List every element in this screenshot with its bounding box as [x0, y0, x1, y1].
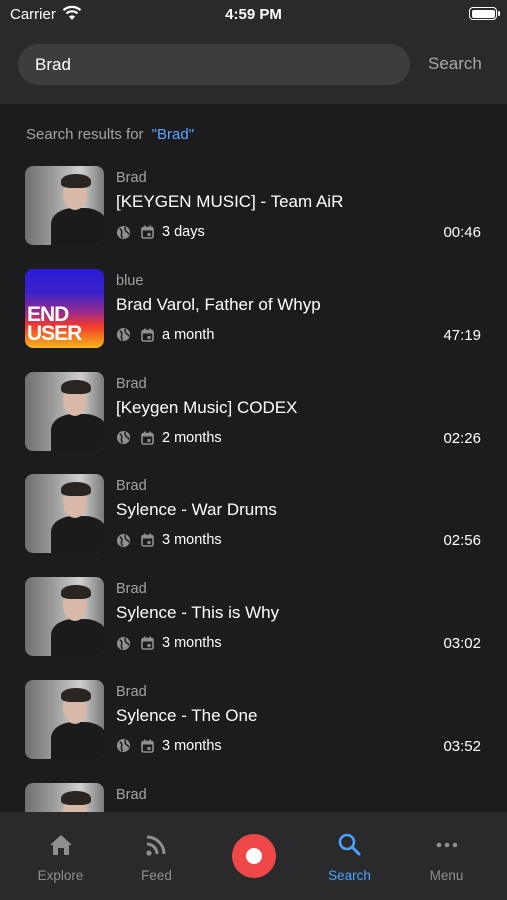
tab-bar: Explore Feed Search Menu [0, 812, 507, 900]
globe-icon [116, 739, 131, 753]
result-title[interactable]: [Keygen Music] CODEX [116, 398, 297, 418]
result-age: a month [162, 326, 215, 343]
globe-icon [116, 533, 131, 547]
artist-avatar [25, 166, 104, 245]
result-artist[interactable]: Brad [116, 376, 147, 392]
result-artist[interactable]: Brad [116, 170, 147, 186]
album-artwork-text: END USER [27, 302, 82, 345]
artist-avatar [25, 782, 104, 812]
tab-explore[interactable]: Explore [10, 812, 111, 900]
artist-avatar [25, 371, 104, 451]
calendar-icon [141, 225, 154, 239]
result-meta: 3 months [116, 737, 222, 755]
result-meta: 3 months [116, 634, 222, 652]
result-item[interactable]: Brad Sylence - This is Why 3 months 03:02 [0, 567, 507, 670]
result-duration: 03:52 [443, 737, 481, 755]
results-list[interactable]: Brad [KEYGEN MUSIC] - Team AiR 3 days 00:46… [0, 156, 507, 812]
result-age: 3 months [162, 737, 222, 754]
result-age: 3 days [162, 224, 205, 240]
calendar-icon [141, 739, 154, 753]
result-duration: 02:56 [443, 532, 481, 550]
calendar-icon [141, 328, 154, 342]
result-age: 3 months [162, 635, 222, 652]
search-icon [338, 833, 361, 856]
result-duration: 00:46 [443, 224, 481, 241]
result-title[interactable]: Sylence - War Drums [116, 500, 277, 520]
home-icon [50, 835, 72, 855]
result-item[interactable]: END USER blue Brad Varol, Father of Whyp a … [0, 259, 507, 362]
result-item[interactable]: Brad Sylence - The One 3 months 03:52 [0, 670, 507, 773]
result-item[interactable]: Brad [Keygen Music] CODEX 2 months 02:26 [0, 362, 507, 465]
search-header: Search [0, 28, 507, 104]
globe-icon [116, 225, 131, 239]
globe-icon [116, 431, 131, 445]
artist-avatar [25, 679, 104, 759]
globe-icon [116, 636, 131, 650]
result-title[interactable]: Sylence - This is Why [116, 603, 279, 623]
tab-search[interactable]: Search [299, 812, 400, 900]
tab-search-label: Search [328, 868, 371, 883]
result-duration: 02:26 [443, 429, 481, 447]
result-meta: 3 months [116, 531, 222, 549]
album-artwork: END USER [25, 268, 104, 348]
calendar-icon [141, 636, 154, 650]
result-item[interactable]: Brad [0, 773, 507, 812]
result-artist[interactable]: Brad [116, 684, 147, 700]
calendar-icon [141, 431, 154, 445]
search-button[interactable]: Search [428, 54, 482, 74]
search-input[interactable] [18, 44, 410, 85]
battery-icon [469, 7, 500, 20]
result-title[interactable]: Brad Varol, Father of Whyp [116, 295, 321, 315]
result-meta: 2 months [116, 429, 222, 447]
tab-menu[interactable]: Menu [396, 812, 497, 900]
result-meta: a month [116, 326, 214, 344]
artist-avatar [25, 577, 104, 657]
results-heading: Search results for "Brad" [26, 126, 194, 143]
tab-menu-label: Menu [429, 868, 464, 883]
result-item[interactable]: Brad Sylence - War Drums 3 months 02:56 [0, 464, 507, 567]
globe-icon [116, 328, 131, 342]
result-duration: 47:19 [443, 326, 481, 344]
result-artist[interactable]: Brad [116, 787, 147, 803]
tab-feed-label: Feed [141, 868, 172, 883]
result-artist[interactable]: Brad [116, 581, 147, 597]
result-title[interactable]: [KEYGEN MUSIC] - Team AiR [116, 192, 343, 212]
more-icon [436, 842, 458, 848]
artist-avatar [25, 474, 104, 554]
result-age: 3 months [162, 532, 222, 549]
result-artist[interactable]: blue [116, 273, 143, 289]
tab-feed[interactable]: Feed [106, 812, 207, 900]
calendar-icon [141, 533, 154, 548]
results-heading-query: "Brad" [151, 126, 195, 143]
clock: 4:59 PM [225, 6, 282, 23]
result-artist[interactable]: Brad [116, 478, 147, 494]
result-duration: 03:02 [443, 635, 481, 653]
result-item[interactable]: Brad [KEYGEN MUSIC] - Team AiR 3 days 00:46 [0, 156, 507, 259]
tab-explore-label: Explore [37, 868, 84, 883]
record-icon [246, 848, 262, 864]
result-meta: 3 days [116, 223, 205, 241]
result-title[interactable]: Sylence - The One [116, 706, 257, 726]
results-heading-prefix: Search results for [26, 126, 144, 143]
rss-icon [146, 835, 166, 856]
result-age: 2 months [162, 429, 222, 446]
status-bar: Carrier 4:59 PM [0, 0, 507, 28]
record-button[interactable] [232, 834, 276, 878]
